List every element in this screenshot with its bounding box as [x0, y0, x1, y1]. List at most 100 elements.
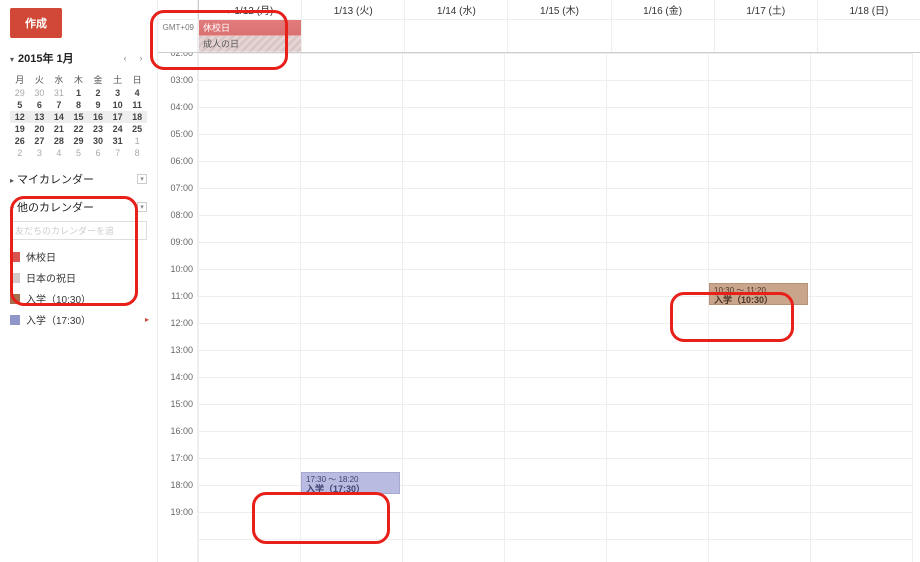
- mini-calendar-day[interactable]: 19: [10, 123, 30, 135]
- allday-cell[interactable]: [507, 20, 610, 52]
- timezone-label: GMT+09: [158, 20, 198, 52]
- mini-calendar-day[interactable]: 21: [49, 123, 69, 135]
- mini-calendar-day[interactable]: 5: [69, 147, 89, 159]
- mini-calendar-day[interactable]: 5: [10, 99, 30, 111]
- day-column[interactable]: [198, 53, 300, 562]
- calendar-grid[interactable]: 02:0003:0004:0005:0006:0007:0008:0009:00…: [158, 53, 920, 562]
- mini-calendar-day[interactable]: 28: [49, 135, 69, 147]
- event-title: 入学（17:30）: [306, 484, 395, 494]
- mini-calendar-day[interactable]: 14: [49, 111, 69, 123]
- day-header[interactable]: 1/14 (水): [404, 0, 507, 19]
- mini-calendar-day[interactable]: 31: [49, 87, 69, 99]
- mini-calendar-day[interactable]: 1: [69, 87, 89, 99]
- mini-calendar-day[interactable]: 1: [127, 135, 147, 147]
- mini-calendar-day[interactable]: 6: [30, 99, 50, 111]
- time-label: 16:00: [170, 426, 193, 436]
- mini-calendar-day[interactable]: 4: [49, 147, 69, 159]
- mini-calendar-day[interactable]: 4: [127, 87, 147, 99]
- next-month-icon[interactable]: ›: [135, 52, 147, 64]
- mini-calendar-day[interactable]: 30: [30, 87, 50, 99]
- mini-calendar-day[interactable]: 13: [30, 111, 50, 123]
- mini-calendar-day[interactable]: 12: [10, 111, 30, 123]
- other-calendars-section[interactable]: ▾他のカレンダー ▾: [10, 199, 147, 215]
- weekday-label: 日: [127, 72, 147, 87]
- my-calendars-label: マイカレンダー: [17, 174, 94, 186]
- time-label: 11:00: [171, 291, 193, 301]
- mini-calendar-day[interactable]: 29: [10, 87, 30, 99]
- day-column[interactable]: 10:30 ～ 11:20入学（10:30）: [708, 53, 810, 562]
- dropdown-box-icon[interactable]: ▾: [137, 174, 147, 184]
- mini-calendar-day[interactable]: 16: [88, 111, 108, 123]
- prev-month-icon[interactable]: ‹: [119, 52, 131, 64]
- mini-calendar-day[interactable]: 22: [69, 123, 89, 135]
- allday-event[interactable]: 休校日: [199, 20, 301, 36]
- mini-calendar-day[interactable]: 8: [127, 147, 147, 159]
- more-icon[interactable]: ▸: [145, 315, 149, 324]
- time-label: 12:00: [170, 318, 193, 328]
- time-label: 15:00: [170, 399, 193, 409]
- allday-cell[interactable]: [817, 20, 920, 52]
- calendar-event[interactable]: 10:30 ～ 11:20入学（10:30）: [709, 283, 808, 305]
- mini-calendar-day[interactable]: 8: [69, 99, 89, 111]
- day-column[interactable]: [606, 53, 708, 562]
- day-header[interactable]: 1/16 (金): [611, 0, 714, 19]
- allday-cell[interactable]: [301, 20, 404, 52]
- chevron-down-icon[interactable]: ▾: [10, 55, 14, 64]
- mini-calendar-day[interactable]: 7: [108, 147, 128, 159]
- calendar-label: 入学（10:30）: [26, 291, 91, 306]
- allday-row: GMT+09 休校日成人の日: [158, 20, 920, 53]
- mini-calendar-day[interactable]: 29: [69, 135, 89, 147]
- event-time: 10:30 ～ 11:20: [714, 286, 803, 296]
- calendar-color-swatch: [10, 294, 20, 304]
- calendar-list-item[interactable]: 日本の祝日: [10, 267, 147, 288]
- calendar-list-item[interactable]: 入学（17:30）▸: [10, 309, 147, 330]
- calendar-list-item[interactable]: 入学（10:30）: [10, 288, 147, 309]
- allday-event[interactable]: 成人の日: [199, 36, 301, 52]
- mini-calendar-day[interactable]: 10: [108, 99, 128, 111]
- mini-calendar-day[interactable]: 7: [49, 99, 69, 111]
- day-column[interactable]: [504, 53, 606, 562]
- allday-cell[interactable]: [404, 20, 507, 52]
- mini-calendar-day[interactable]: 11: [127, 99, 147, 111]
- calendar-list-item[interactable]: 休校日: [10, 246, 147, 267]
- mini-calendar-day[interactable]: 20: [30, 123, 50, 135]
- day-header[interactable]: 1/17 (土): [714, 0, 817, 19]
- dropdown-box-icon[interactable]: ▾: [137, 202, 147, 212]
- mini-calendar-day[interactable]: 27: [30, 135, 50, 147]
- mini-calendar-day[interactable]: 2: [10, 147, 30, 159]
- mini-calendar-day[interactable]: 3: [108, 87, 128, 99]
- mini-calendar-day[interactable]: 30: [88, 135, 108, 147]
- mini-calendar-day[interactable]: 23: [88, 123, 108, 135]
- mini-calendar-day[interactable]: 6: [88, 147, 108, 159]
- day-column[interactable]: [402, 53, 504, 562]
- my-calendars-section[interactable]: ▸マイカレンダー ▾: [10, 171, 147, 187]
- calendar-event[interactable]: 17:30 ～ 18:20入学（17:30）: [301, 472, 400, 494]
- weekday-label: 火: [30, 72, 50, 87]
- allday-cell[interactable]: 休校日成人の日: [198, 20, 301, 52]
- day-header[interactable]: ▾1/12 (月): [198, 0, 301, 19]
- chevron-right-icon: ▸: [10, 176, 14, 185]
- weekday-label: 木: [69, 72, 89, 87]
- mini-calendar-day[interactable]: 25: [127, 123, 147, 135]
- add-calendar-input[interactable]: 友だちのカレンダーを追: [10, 221, 147, 240]
- mini-calendar-day[interactable]: 15: [69, 111, 89, 123]
- mini-calendar-day[interactable]: 2: [88, 87, 108, 99]
- day-column[interactable]: [810, 53, 912, 562]
- mini-calendar-day[interactable]: 3: [30, 147, 50, 159]
- day-header[interactable]: 1/13 (火): [301, 0, 404, 19]
- create-button[interactable]: 作成: [10, 8, 62, 38]
- calendar-color-swatch: [10, 273, 20, 283]
- allday-cell[interactable]: [714, 20, 817, 52]
- allday-cell[interactable]: [611, 20, 714, 52]
- mini-calendar-day[interactable]: 17: [108, 111, 128, 123]
- calendar-label: 休校日: [26, 249, 56, 264]
- calendar-main: ▾1/12 (月)1/13 (火)1/14 (水)1/15 (木)1/16 (金…: [158, 0, 920, 562]
- mini-calendar-day[interactable]: 18: [127, 111, 147, 123]
- day-header[interactable]: 1/15 (木): [507, 0, 610, 19]
- mini-calendar-day[interactable]: 31: [108, 135, 128, 147]
- mini-calendar-day[interactable]: 9: [88, 99, 108, 111]
- mini-calendar-day[interactable]: 24: [108, 123, 128, 135]
- day-column[interactable]: 17:30 ～ 18:20入学（17:30）: [300, 53, 402, 562]
- day-header[interactable]: 1/18 (日): [817, 0, 920, 19]
- mini-calendar-day[interactable]: 26: [10, 135, 30, 147]
